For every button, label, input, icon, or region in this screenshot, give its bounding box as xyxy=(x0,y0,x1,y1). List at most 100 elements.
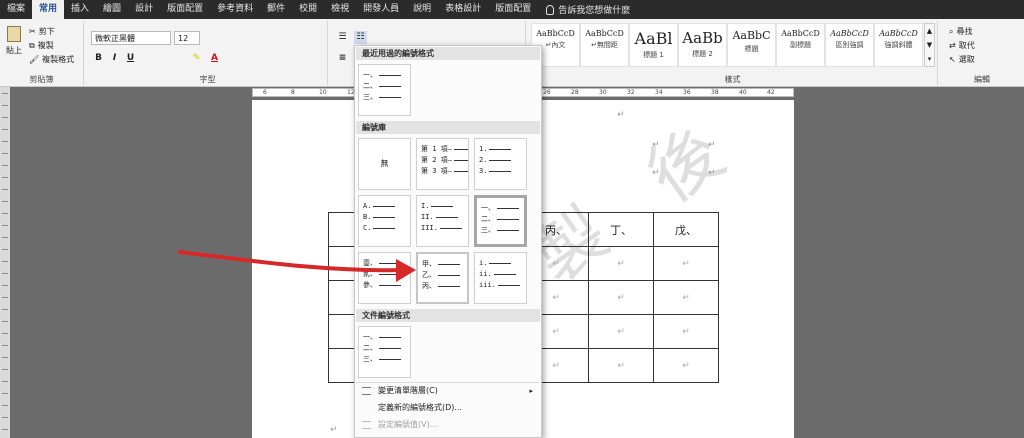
tell-me-text: 告訴我您想做什麼 xyxy=(558,6,631,16)
tab-1[interactable]: 常用 xyxy=(32,0,65,19)
style-sample: AaBl xyxy=(634,29,673,48)
tab-4[interactable]: 設計 xyxy=(128,0,160,19)
tab-3[interactable]: 繪圖 xyxy=(96,0,128,19)
style-item-6[interactable]: AaBbCcD 區別強調 xyxy=(825,23,874,67)
table-cell[interactable]: 丁、 xyxy=(588,212,654,247)
tile-line: C. xyxy=(363,223,406,234)
bold-button[interactable]: B xyxy=(92,52,105,65)
replace-icon: ⇄ xyxy=(949,41,956,50)
numbering-library-tile[interactable]: I. II. III. xyxy=(416,195,469,247)
numbering-none-tile[interactable]: 無 xyxy=(358,138,411,190)
table-cell[interactable]: ↵ xyxy=(653,246,719,281)
tile-line: I. xyxy=(421,201,464,212)
tell-me-box[interactable]: 告訴我您想做什麼 xyxy=(546,3,630,16)
underline-button[interactable]: U xyxy=(124,52,137,65)
table-cell[interactable]: ↵ xyxy=(653,280,719,315)
set-value-icon xyxy=(362,421,371,429)
tab-11[interactable]: 說明 xyxy=(406,0,438,19)
style-item-4[interactable]: AaBbC 標題 xyxy=(727,23,776,67)
ruler-number: 28 xyxy=(571,89,579,96)
recent-formats-header: 最近用過的編號格式 xyxy=(356,47,540,60)
tab-8[interactable]: 校閱 xyxy=(292,0,324,19)
style-sample: AaBbCcD xyxy=(879,29,918,38)
align-left-icon[interactable]: ≡ xyxy=(336,52,349,65)
ruler-tick xyxy=(2,393,8,394)
editing-group: ⌕ 尋找 ⇄ 取代 ↖ 選取 編輯 xyxy=(940,21,1024,85)
ribbon-tab-bar: 檔案 常用 插入 繪圖 設計 版面配置 參考資料 郵件 校閱 檢視 開發人員 說明 表格設計 版面配置 告… xyxy=(0,0,1024,19)
set-numbering-value-label: 設定編號值(V)... xyxy=(378,420,438,429)
tab-9[interactable]: 檢視 xyxy=(324,0,356,19)
styles-group: AaBbCcD ↵內文 AaBbCcD ↵無間距 AaBl 標題 1 AaBb 標題 2 AaB… xyxy=(528,21,938,85)
bullets-icon[interactable]: ☰ xyxy=(336,31,349,44)
replace-label: 取代 xyxy=(958,41,975,50)
replace-button[interactable]: ⇄ 取代 xyxy=(948,39,976,52)
style-item-1[interactable]: AaBbCcD ↵無間距 xyxy=(580,23,629,67)
italic-button[interactable]: I xyxy=(108,52,121,65)
ruler-tick xyxy=(2,417,8,418)
style-item-7[interactable]: AaBbCcD 強調斜體 xyxy=(874,23,923,67)
recent-format-tile[interactable]: 一、 二、 三、 xyxy=(358,64,411,116)
select-button[interactable]: ↖ 選取 xyxy=(948,53,976,66)
document-format-tile[interactable]: 一、 二、 三、 xyxy=(358,326,411,378)
change-list-level-command[interactable]: 變更清單階層(C) ▸ xyxy=(356,384,540,398)
style-item-3[interactable]: AaBb 標題 2 xyxy=(678,23,727,67)
define-new-format-command[interactable]: 定義新的編號格式(D)... xyxy=(356,401,540,415)
tab-6[interactable]: 參考資料 xyxy=(210,0,260,19)
tab-7[interactable]: 郵件 xyxy=(260,0,292,19)
numbering-library-tile-hovered[interactable]: 甲、 乙、 丙、 xyxy=(416,252,469,304)
change-list-level-label: 變更清單階層(C) xyxy=(378,386,438,395)
numbering-library-tile[interactable]: 壹、 貳、 參、 xyxy=(358,252,411,304)
style-item-5[interactable]: AaBbCcD 副標題 xyxy=(776,23,825,67)
numbering-icon[interactable]: ☷ xyxy=(354,31,367,44)
numbering-library-tile-selected[interactable]: 一、 二、 三、 xyxy=(474,195,527,247)
ruler-tick xyxy=(2,201,8,202)
tile-line: 一、 xyxy=(481,203,520,214)
style-sample: AaBbC xyxy=(732,29,771,42)
table-cell[interactable]: ↵ xyxy=(653,314,719,349)
tile-line: B. xyxy=(363,212,406,223)
ruler-tick xyxy=(2,117,8,118)
table-cell[interactable]: 戊、 xyxy=(653,212,719,247)
cut-button[interactable]: ✂ 剪下 xyxy=(28,25,56,38)
tab-13[interactable]: 版面配置 xyxy=(488,0,538,19)
tab-5[interactable]: 版面配置 xyxy=(160,0,210,19)
format-painter-button[interactable]: 🖌 複製格式 xyxy=(28,53,75,66)
copy-icon: ⧉ xyxy=(29,40,35,50)
tab-10[interactable]: 開發人員 xyxy=(356,0,406,19)
paste-label: 貼上 xyxy=(6,46,22,55)
find-button[interactable]: ⌕ 尋找 xyxy=(948,25,973,38)
brush-icon: 🖌 xyxy=(29,55,40,64)
font-color-icon[interactable]: A xyxy=(208,52,221,65)
tile-line: 第 3 項— xyxy=(421,166,464,177)
font-size-box[interactable]: 12 xyxy=(174,31,200,45)
table-cell[interactable]: ↵ xyxy=(588,280,654,315)
ruler-tick xyxy=(2,369,8,370)
numbering-library-tile[interactable]: 1. 2. 3. xyxy=(474,138,527,190)
table-cell[interactable]: ↵ xyxy=(588,348,654,383)
lightbulb-icon xyxy=(546,4,555,15)
tile-line: II. xyxy=(421,212,464,223)
highlight-icon[interactable]: ✎ xyxy=(190,52,203,65)
ruler-number: 8 xyxy=(291,89,295,96)
tab-2[interactable]: 插入 xyxy=(64,0,96,19)
numbering-library-tile[interactable]: 第 1 項— 第 2 項— 第 3 項— xyxy=(416,138,469,190)
numbering-library-tile[interactable]: A. B. C. xyxy=(358,195,411,247)
copy-button[interactable]: ⧉ 複製 xyxy=(28,39,55,52)
numbering-library-tile[interactable]: i. ii. iii. xyxy=(474,252,527,304)
table-cell[interactable]: ↵ xyxy=(588,246,654,281)
table-cell[interactable]: ↵ xyxy=(588,314,654,349)
ruler-number: 42 xyxy=(767,89,775,96)
styles-scroll[interactable]: ▲ ▼ ▾ xyxy=(924,23,935,67)
tab-12[interactable]: 表格設計 xyxy=(438,0,488,19)
tab-0[interactable]: 檔案 xyxy=(0,0,32,19)
paste-button[interactable]: 貼上 xyxy=(3,23,25,63)
ruler-tick xyxy=(2,177,8,178)
ruler-tick xyxy=(2,213,8,214)
none-label: 無 xyxy=(380,159,389,168)
table-cell[interactable]: ↵ xyxy=(653,348,719,383)
font-name-box[interactable]: 微軟正黑體 xyxy=(91,31,171,45)
style-name: 副標題 xyxy=(790,41,811,49)
style-item-2[interactable]: AaBl 標題 1 xyxy=(629,23,678,67)
style-sample: AaBbCcD xyxy=(585,29,624,38)
style-name: 標題 2 xyxy=(692,50,713,58)
